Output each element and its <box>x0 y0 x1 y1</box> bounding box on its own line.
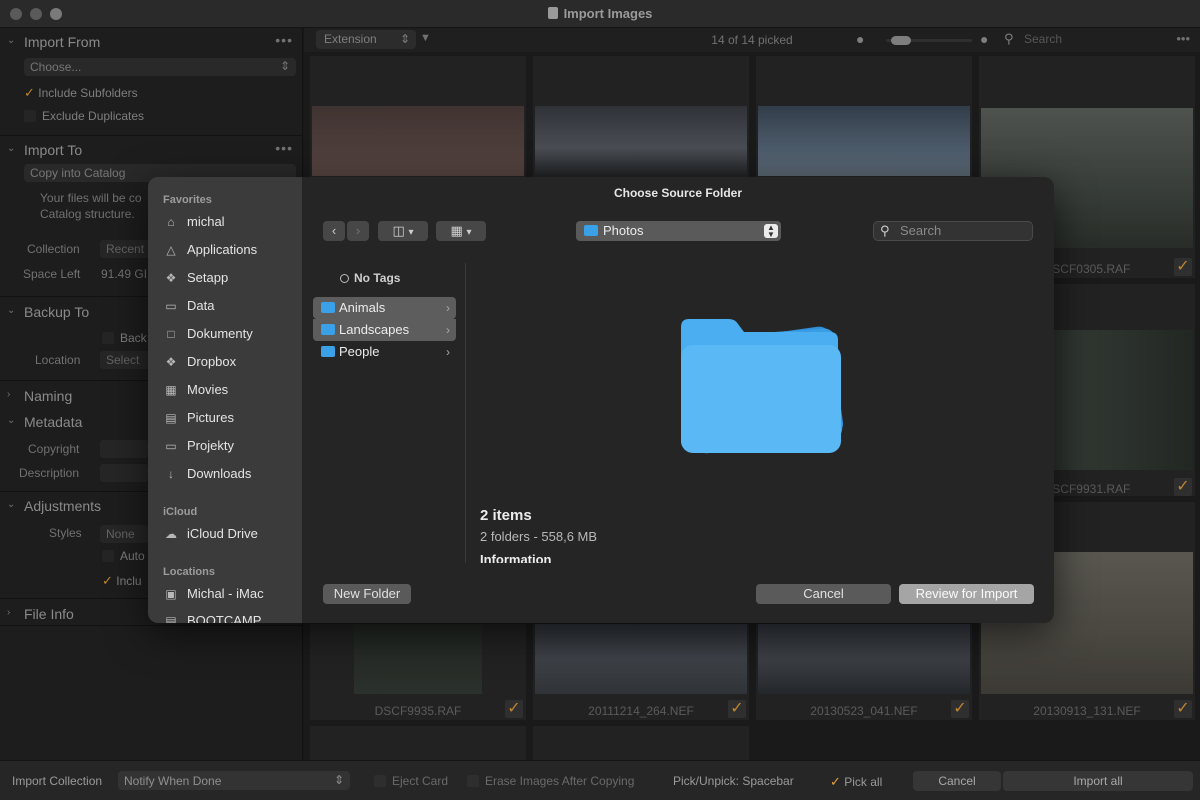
sidebar-item-dokumenty[interactable]: □ Dokumenty <box>163 326 252 348</box>
dialog-sidebar: Favorites ⌂ michal △ Applications ❖ Setapp … <box>148 177 302 623</box>
sidebar-item-applications[interactable]: △ Applications <box>163 242 257 264</box>
columns-view-icon: ◫ <box>392 223 405 238</box>
erase-images-checkbox[interactable]: Erase Images After Copying <box>467 774 634 788</box>
sidebar-item-movies[interactable]: ▦ Movies <box>163 382 228 404</box>
chevron-down-icon: ▾ <box>408 227 414 238</box>
folder-row-people[interactable]: People › <box>313 341 456 363</box>
grid-view-icon: ▦ <box>450 223 463 238</box>
cancel-button[interactable]: Cancel <box>913 771 1001 791</box>
icloud-header: iCloud <box>163 506 198 518</box>
sidebar-item-data[interactable]: ▭ Data <box>163 298 214 320</box>
item-size: 2 folders - 558,6 MB <box>480 529 598 544</box>
document-icon <box>547 7 558 19</box>
sidebar-item-bootcamp[interactable]: ▤ BOOTCAMP <box>163 613 261 623</box>
tag-icon <box>340 274 349 283</box>
chevron-right-icon: › <box>355 223 361 238</box>
eject-card-checkbox[interactable]: Eject Card <box>374 774 448 788</box>
stepper-icon: ▲ ▼ <box>764 224 778 239</box>
dialog-search-input[interactable]: ⚲ Search <box>873 221 1033 241</box>
computer-icon: ▣ <box>165 587 177 601</box>
window-title: Import Images <box>0 6 1200 21</box>
dropbox-icon: ❖ <box>165 355 177 369</box>
sidebar-item-setapp[interactable]: ❖ Setapp <box>163 270 229 292</box>
movies-icon: ▦ <box>165 383 177 397</box>
chevron-left-icon: ‹ <box>331 223 337 238</box>
import-collection-label: Import Collection <box>12 774 103 788</box>
folder-row-animals[interactable]: Animals › <box>313 297 456 319</box>
title-bar: Import Images <box>0 0 1200 28</box>
favorites-header: Favorites <box>163 194 212 206</box>
review-for-import-button[interactable]: Review for Import <box>899 584 1034 604</box>
setapp-icon: ❖ <box>165 271 177 285</box>
pick-all-checkbox[interactable]: ✓ Pick all <box>830 774 882 790</box>
sidebar-item-downloads[interactable]: ↓ Downloads <box>163 466 251 488</box>
folder-icon <box>321 302 335 313</box>
import-all-button[interactable]: Import all <box>1003 771 1193 791</box>
downloads-icon: ↓ <box>168 467 174 481</box>
folder-icon: ▭ <box>165 439 177 453</box>
document-icon: □ <box>167 327 175 341</box>
disk-icon: ▤ <box>165 614 177 623</box>
folder-icon <box>584 225 598 236</box>
sidebar-item-pictures[interactable]: ▤ Pictures <box>163 410 234 432</box>
back-button[interactable]: ‹ <box>323 221 345 241</box>
cloud-icon: ☁ <box>165 527 177 541</box>
folder-icon <box>321 346 335 357</box>
bottom-bar: Import Collection Notify When Done ⇕ Ejec… <box>0 760 1200 800</box>
sidebar-item-dropbox[interactable]: ❖ Dropbox <box>163 354 237 376</box>
chevron-down-icon: ▾ <box>466 227 472 238</box>
home-icon: ⌂ <box>167 215 175 229</box>
dialog-cancel-button[interactable]: Cancel <box>756 584 891 604</box>
notify-select[interactable]: Notify When Done ⇕ <box>118 771 350 790</box>
sidebar-item-imac[interactable]: ▣ Michal - iMac <box>163 586 263 608</box>
sidebar-item-projekty[interactable]: ▭ Projekty <box>163 438 234 460</box>
locations-header: Locations <box>163 566 215 578</box>
forward-button[interactable]: › <box>347 221 369 241</box>
chevron-right-icon: › <box>446 345 450 359</box>
information-header: Information <box>480 552 552 563</box>
pick-hint: Pick/Unpick: Spacebar <box>673 774 794 788</box>
pictures-icon: ▤ <box>165 411 177 425</box>
choose-source-folder-dialog: Favorites ⌂ michal △ Applications ❖ Setapp … <box>148 177 1054 623</box>
folder-browser-column: No Tags Animals › Landscapes › People › <box>308 263 466 563</box>
new-folder-button[interactable]: New Folder <box>323 584 411 604</box>
group-mode-button[interactable]: ▦ ▾ <box>436 221 486 241</box>
stepper-icon: ⇕ <box>333 773 344 787</box>
chevron-right-icon: › <box>446 301 450 315</box>
chevron-right-icon: › <box>446 323 450 337</box>
folder-row-landscapes[interactable]: Landscapes › <box>313 319 456 341</box>
tags-filter[interactable]: No Tags <box>340 271 400 285</box>
folder-icon <box>321 324 335 335</box>
applications-icon: △ <box>166 243 176 257</box>
sidebar-item-icloud-drive[interactable]: ☁ iCloud Drive <box>163 526 258 548</box>
item-count: 2 items <box>480 507 532 524</box>
dialog-title: Choose Source Folder <box>613 186 743 200</box>
selection-preview: 2 items 2 folders - 558,6 MB Information <box>467 263 1054 563</box>
search-icon: ⚲ <box>880 223 890 238</box>
view-mode-button[interactable]: ◫ ▾ <box>378 221 428 241</box>
path-select[interactable]: Photos ▲ ▼ <box>576 221 781 241</box>
folder-icon: ▭ <box>165 299 177 313</box>
sidebar-item-michal[interactable]: ⌂ michal <box>163 214 224 236</box>
folders-stack-icon <box>681 319 844 454</box>
checkmark-icon: ✓ <box>830 774 841 789</box>
